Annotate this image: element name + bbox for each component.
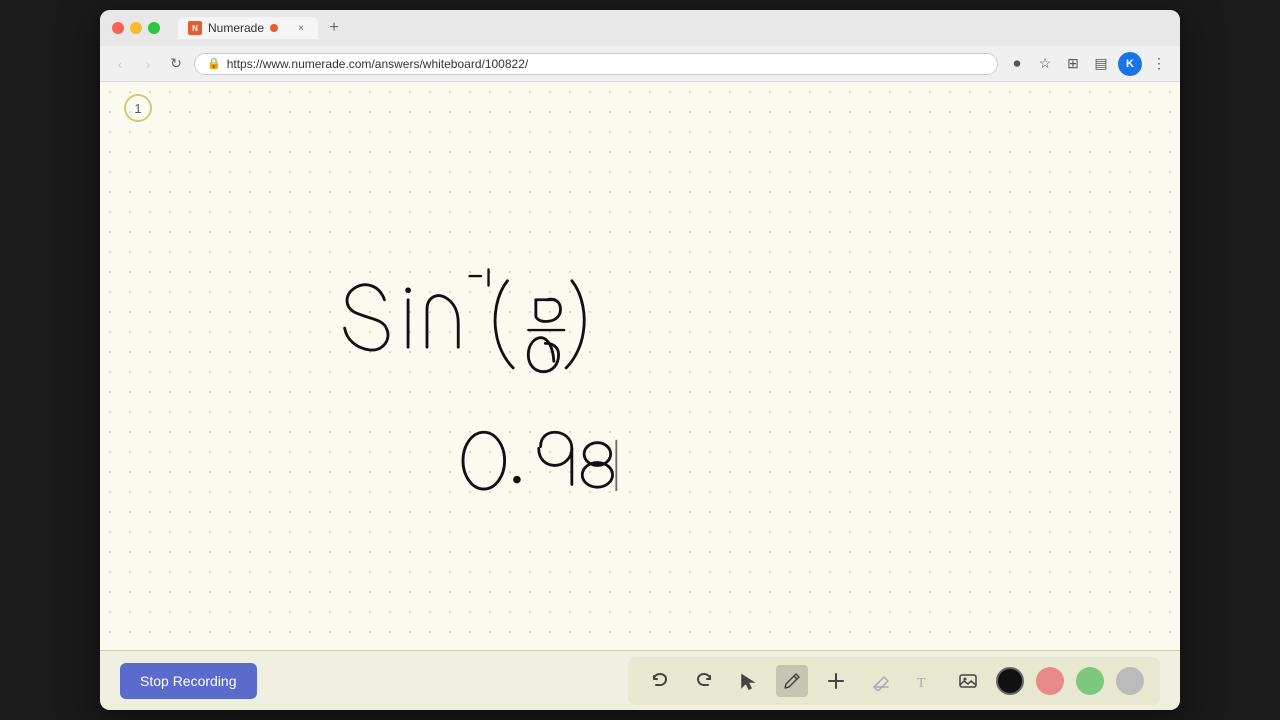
traffic-lights xyxy=(112,22,160,34)
tab-bar: N Numerade × + xyxy=(178,16,1168,40)
add-tool-button[interactable] xyxy=(820,665,852,697)
svg-text:T: T xyxy=(917,676,926,691)
refresh-button[interactable]: ↻ xyxy=(166,54,186,74)
minimize-button[interactable] xyxy=(130,22,142,34)
color-black[interactable] xyxy=(996,667,1024,695)
tab-close-button[interactable]: × xyxy=(294,21,308,35)
maximize-button[interactable] xyxy=(148,22,160,34)
extensions-icon[interactable]: ⊞ xyxy=(1062,53,1084,75)
image-tool-button[interactable] xyxy=(952,665,984,697)
eraser-tool-button[interactable] xyxy=(864,665,896,697)
close-button[interactable] xyxy=(112,22,124,34)
tab-favicon: N xyxy=(188,21,202,35)
undo-button[interactable] xyxy=(644,665,676,697)
url-bar[interactable]: 🔒 https://www.numerade.com/answers/white… xyxy=(194,53,998,75)
redo-icon xyxy=(694,671,714,691)
undo-icon xyxy=(650,671,670,691)
color-pink[interactable] xyxy=(1036,667,1064,695)
whiteboard-canvas[interactable]: 1 xyxy=(100,82,1180,650)
title-bar: N Numerade × + xyxy=(100,10,1180,46)
menu-icon[interactable]: ⋮ xyxy=(1148,53,1170,75)
stop-recording-button[interactable]: Stop Recording xyxy=(120,663,257,699)
tab-title: Numerade xyxy=(208,21,264,35)
active-tab[interactable]: N Numerade × xyxy=(178,17,318,39)
page-number-badge: 1 xyxy=(124,94,152,122)
image-icon xyxy=(958,671,978,691)
math-drawing xyxy=(100,82,1180,650)
eraser-icon xyxy=(870,671,890,691)
color-gray[interactable] xyxy=(1116,667,1144,695)
text-icon: T xyxy=(914,671,934,691)
forward-button[interactable]: › xyxy=(138,54,158,74)
new-tab-button[interactable]: + xyxy=(322,16,346,40)
bookmark-icon[interactable]: ☆ xyxy=(1034,53,1056,75)
profile-button[interactable]: K xyxy=(1118,52,1142,76)
add-icon xyxy=(826,671,846,691)
redo-button[interactable] xyxy=(688,665,720,697)
pen-icon xyxy=(782,671,802,691)
url-text: https://www.numerade.com/answers/whitebo… xyxy=(227,57,529,71)
sidebar-icon[interactable]: ▤ xyxy=(1090,53,1112,75)
lock-icon: 🔒 xyxy=(207,57,221,70)
select-icon xyxy=(738,671,758,691)
back-button[interactable]: ‹ xyxy=(110,54,130,74)
bottom-toolbar: Stop Recording xyxy=(100,650,1180,710)
drawing-toolbar: T xyxy=(628,657,1160,705)
address-bar: ‹ › ↻ 🔒 https://www.numerade.com/answers… xyxy=(100,46,1180,82)
toolbar-right: ⏺ ☆ ⊞ ▤ K ⋮ xyxy=(1006,52,1170,76)
screen-record-icon[interactable]: ⏺ xyxy=(1006,53,1028,75)
text-tool-button[interactable]: T xyxy=(908,665,940,697)
color-green[interactable] xyxy=(1076,667,1104,695)
recording-dot xyxy=(270,24,278,32)
browser-window: N Numerade × + ‹ › ↻ 🔒 https://www.numer… xyxy=(100,10,1180,710)
pen-tool-button[interactable] xyxy=(776,665,808,697)
select-tool-button[interactable] xyxy=(732,665,764,697)
